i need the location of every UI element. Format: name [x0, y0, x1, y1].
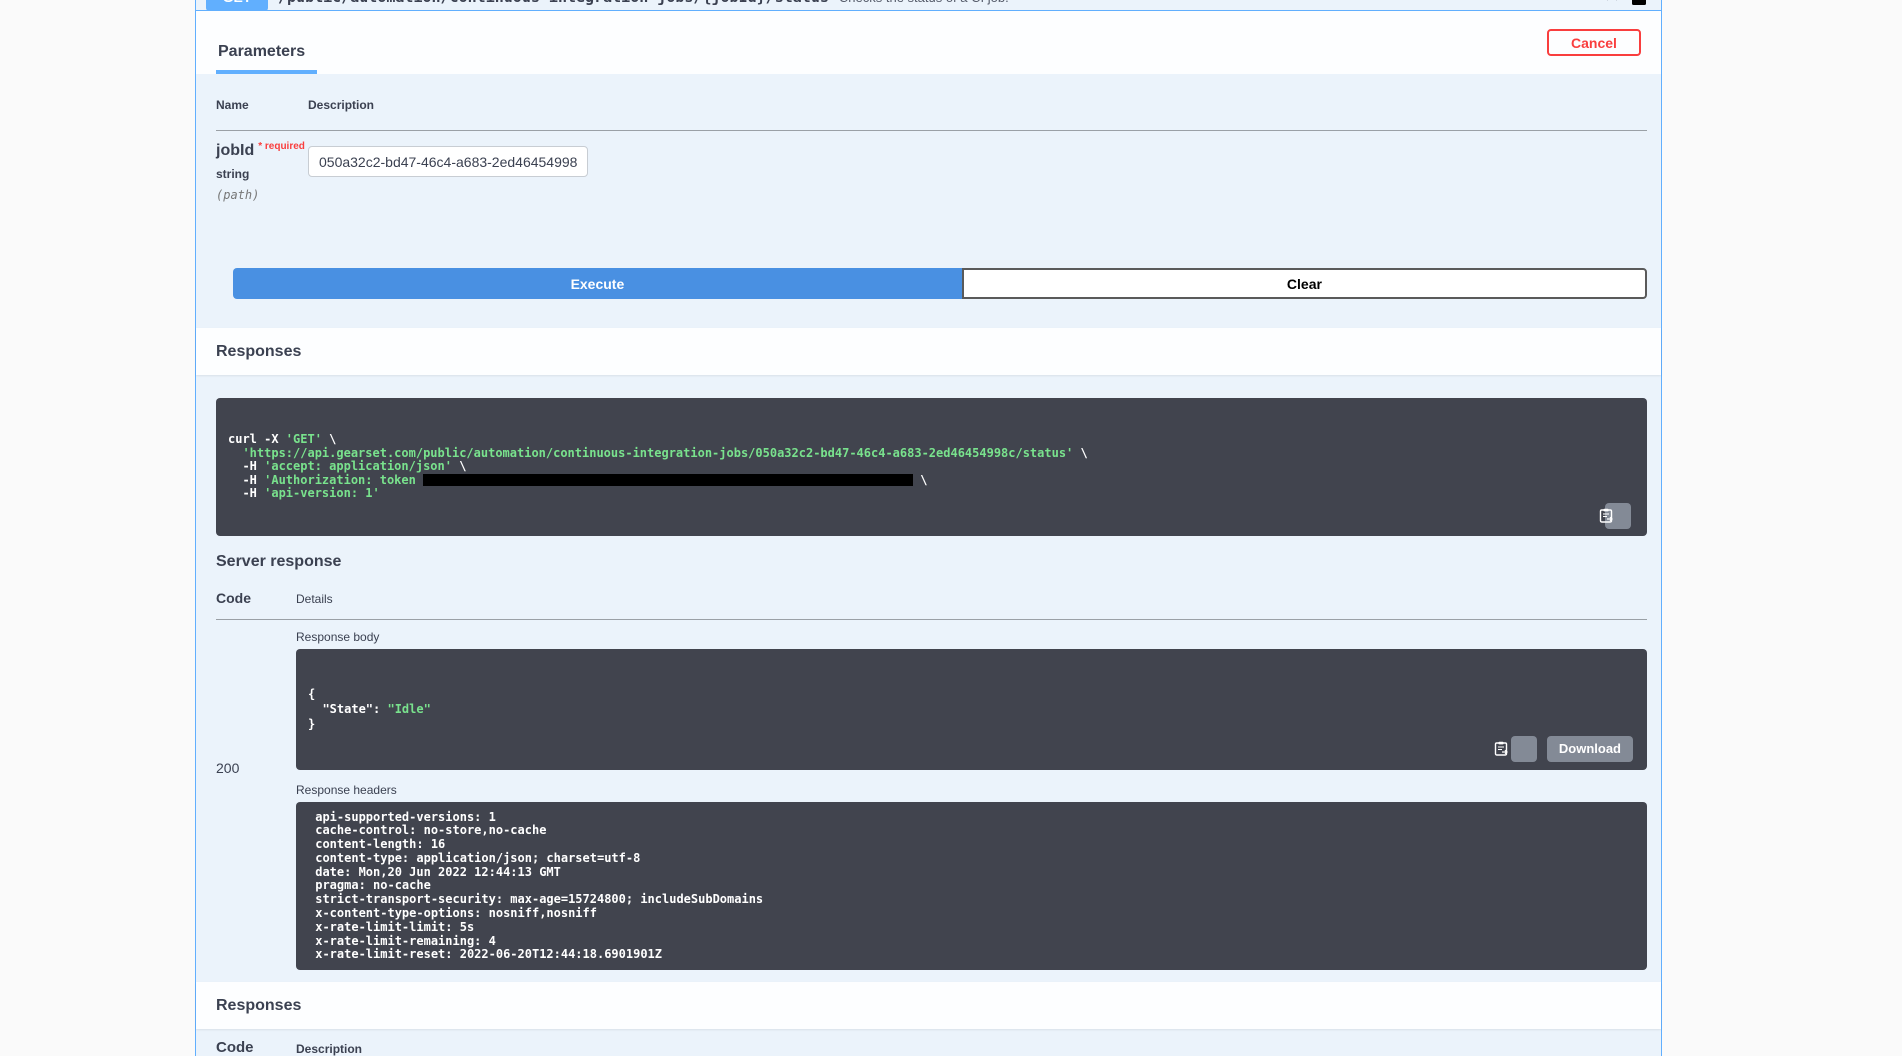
response-body-label: Response body — [296, 630, 1647, 644]
clipboard-icon — [1494, 711, 1553, 770]
doc-description-header: Description — [296, 1042, 1647, 1056]
operation-block: GET /public/automation/continuous-integr… — [195, 0, 1662, 1056]
parameters-description-header: Description — [308, 98, 1647, 112]
endpoint-description: Checks the status of a CI job. — [839, 0, 1009, 5]
parameters-name-header: Name — [216, 98, 308, 112]
parameter-name: jobId* required — [216, 141, 308, 160]
jobid-input[interactable] — [308, 146, 588, 177]
parameters-section: Name Description jobId* required string … — [196, 74, 1661, 328]
responses-section-header: Responses — [196, 328, 1661, 375]
http-method-badge: GET — [206, 0, 268, 11]
authorize-button[interactable] — [1631, 0, 1647, 6]
responses-body: curl -X 'GET' \ 'https://api.gearset.com… — [196, 375, 1661, 982]
chevron-up-icon — [1603, 0, 1621, 6]
collapse-button[interactable] — [1603, 0, 1621, 6]
copy-curl-button[interactable] — [1605, 503, 1631, 529]
endpoint-path: /public/automation/continuous-integratio… — [278, 0, 829, 6]
response-headers-label: Response headers — [296, 783, 1647, 797]
responses-title: Responses — [216, 343, 301, 361]
responses-doc-title: Responses — [216, 997, 301, 1015]
clipboard-icon — [1599, 478, 1636, 536]
doc-code-header: Code — [216, 1039, 296, 1056]
parameter-type: string — [216, 167, 308, 181]
execute-button[interactable]: Execute — [233, 268, 962, 299]
server-response-details-header: Details — [296, 592, 1647, 606]
status-code: 200 — [216, 620, 296, 971]
lock-icon — [1631, 0, 1647, 6]
copy-response-button[interactable] — [1511, 736, 1537, 762]
responses-doc-section-header: Responses — [196, 982, 1661, 1029]
download-button[interactable]: Download — [1547, 736, 1633, 762]
parameter-location: (path) — [216, 188, 308, 202]
cancel-button[interactable]: Cancel — [1547, 29, 1641, 56]
server-response-code-header: Code — [216, 590, 296, 606]
responses-doc-table-header: Code Description — [196, 1029, 1661, 1056]
server-response-title: Server response — [216, 553, 1647, 571]
tab-bar: Parameters Cancel — [196, 11, 1661, 74]
clear-button[interactable]: Clear — [962, 268, 1647, 299]
required-badge: * required — [258, 141, 305, 152]
response-body-block: { "State": "Idle"} — [296, 649, 1647, 770]
curl-command-block: curl -X 'GET' \ 'https://api.gearset.com… — [216, 398, 1647, 536]
tab-parameters[interactable]: Parameters — [216, 43, 317, 74]
operation-summary[interactable]: GET /public/automation/continuous-integr… — [196, 0, 1661, 11]
server-response-row: 200 Response body { "State": "Idle"} — [216, 620, 1647, 971]
response-headers-block: api-supported-versions: 1 cache-control:… — [296, 802, 1647, 971]
parameter-row: jobId* required string (path) — [216, 131, 1647, 202]
